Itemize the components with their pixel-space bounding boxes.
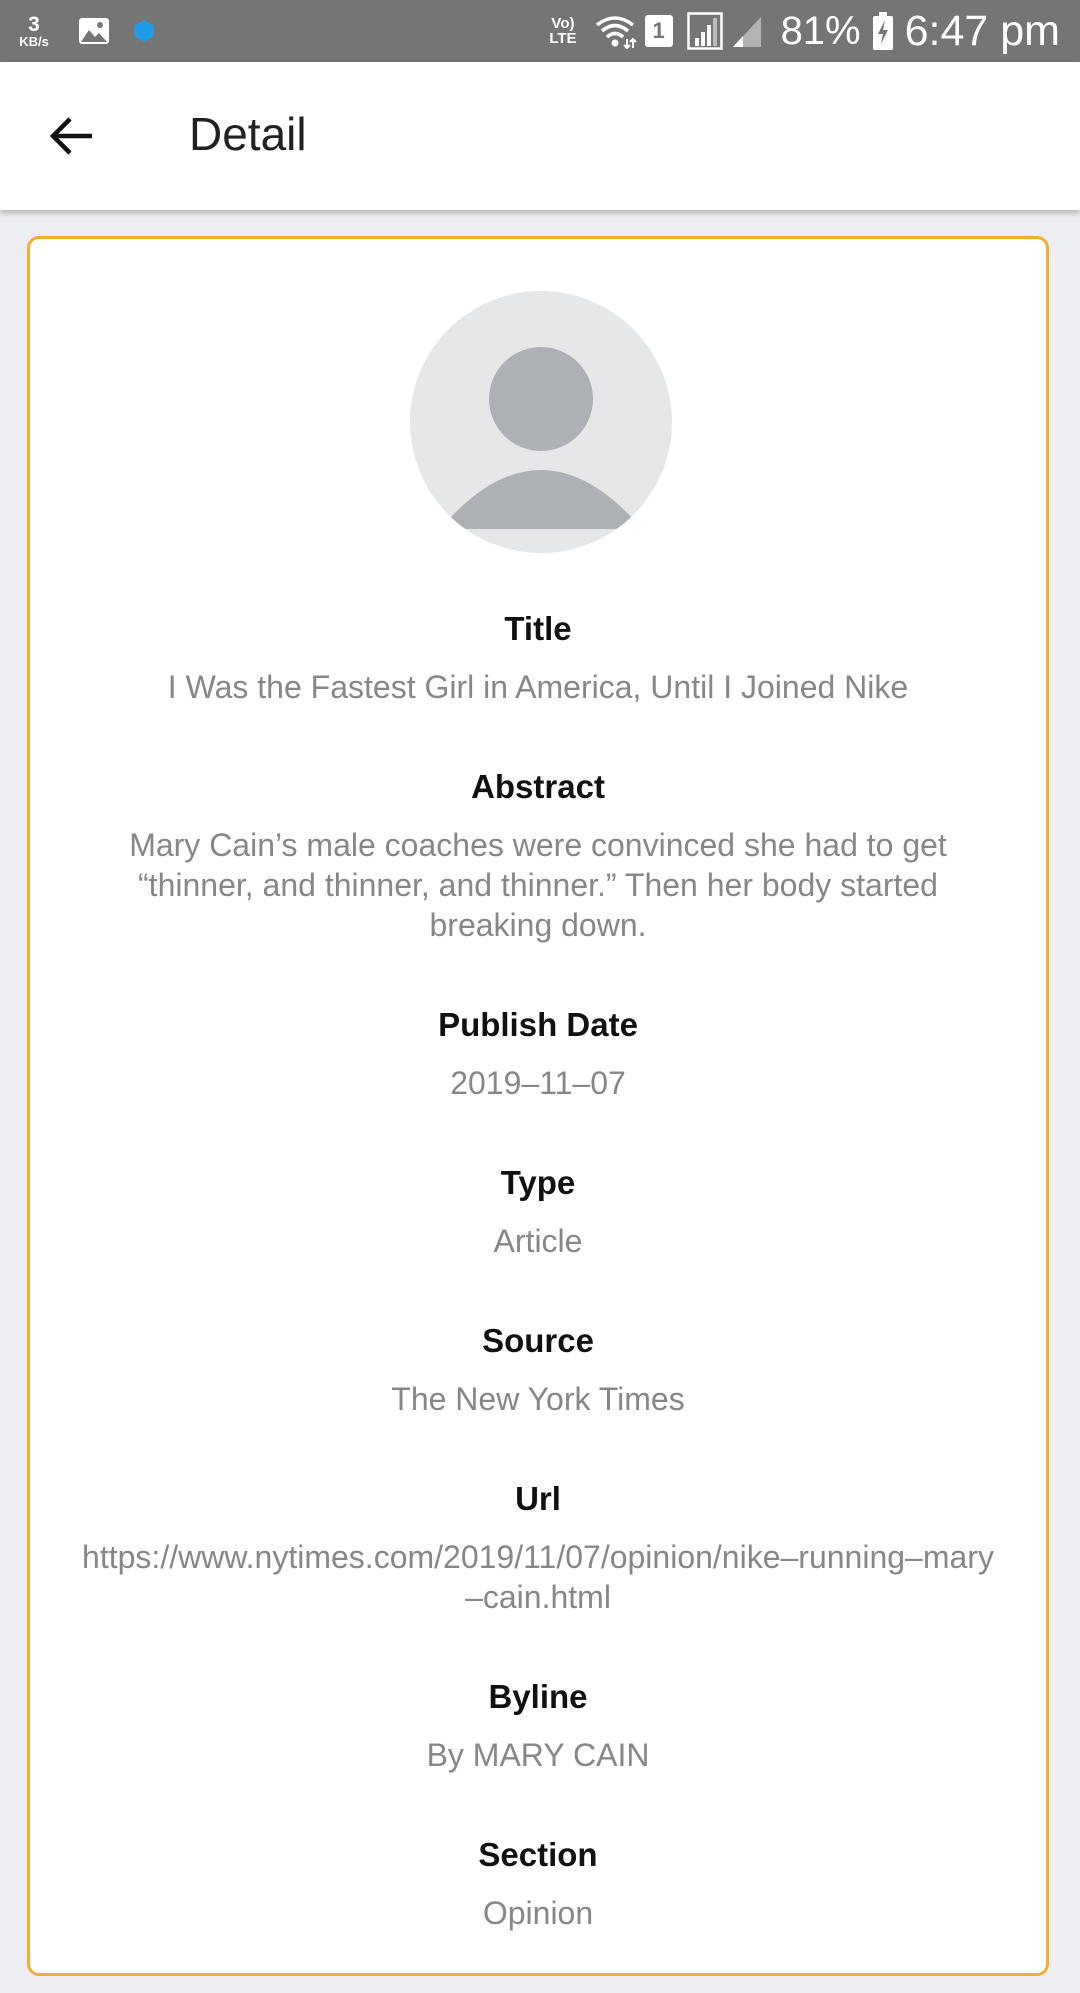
field-value: The New York Times (391, 1381, 685, 1417)
battery-percent: 81% (780, 8, 861, 53)
url-link[interactable]: https://www.nytimes.com/2019/11/07/opini… (70, 1537, 1006, 1617)
person-placeholder-icon (410, 291, 672, 553)
field-label: Publish Date (438, 1006, 638, 1043)
field-publish-date: Publish Date 2019–11–07 (30, 1005, 1046, 1103)
status-bar-left: 3 KB/s (14, 0, 156, 62)
battery-charging-icon (872, 12, 893, 50)
detail-fields: Title I Was the Fastest Girl in America,… (30, 609, 1046, 1993)
field-type: Type Article (30, 1163, 1046, 1261)
gallery-icon (79, 18, 109, 44)
detail-card: Title I Was the Fastest Girl in America,… (27, 236, 1049, 1976)
app-bar: Detail (0, 62, 1080, 210)
status-bar-right: Vo) LTE 1 81% 6:47 pm (549, 0, 1060, 62)
field-label: Abstract (471, 768, 605, 805)
field-label: Source (482, 1322, 594, 1359)
wifi-icon (595, 16, 637, 49)
field-label: Type (500, 1164, 576, 1201)
back-button[interactable] (36, 100, 108, 172)
field-label: Byline (488, 1678, 588, 1715)
field-section: Section Opinion (30, 1835, 1046, 1933)
network-speed-value: 3 (28, 13, 40, 36)
field-value: By MARY CAIN (426, 1737, 650, 1773)
app-notification-icon (134, 20, 154, 42)
clock: 6:47 pm (904, 6, 1060, 55)
field-value: I Was the Fastest Girl in America, Until… (167, 669, 909, 705)
signal-icon (686, 12, 723, 50)
field-label: Section (478, 1836, 598, 1873)
page-title: Detail (189, 108, 307, 160)
field-source: Source The New York Times (30, 1321, 1046, 1419)
field-value: Mary Cain’s male coaches were convinced … (129, 827, 947, 943)
field-value: 2019–11–07 (450, 1065, 626, 1101)
arrow-left-icon (49, 117, 92, 155)
field-value: Article (493, 1223, 583, 1259)
status-bar: 3 KB/s Vo) LTE 1 81% 6:47 pm (0, 0, 1080, 62)
field-url: Url https://www.nytimes.com/2019/11/07/o… (30, 1479, 1046, 1617)
network-speed-unit: KB/s (19, 34, 49, 49)
field-abstract: Abstract Mary Cain’s male coaches were c… (30, 767, 1046, 945)
field-value: Opinion (482, 1895, 594, 1931)
volte-indicator: Vo) LTE (549, 16, 576, 46)
field-label: Url (515, 1480, 561, 1517)
volte-bottom: LTE (549, 30, 577, 47)
volte-top: Vo) (551, 15, 575, 32)
signal-icon (732, 17, 761, 47)
field-byline: Byline By MARY CAIN (30, 1677, 1046, 1775)
network-speed: 3 KB/s (14, 14, 54, 48)
field-label: Title (504, 610, 572, 647)
field-title: Title I Was the Fastest Girl in America,… (30, 609, 1046, 707)
sim-slot-indicator: 1 (644, 15, 673, 47)
